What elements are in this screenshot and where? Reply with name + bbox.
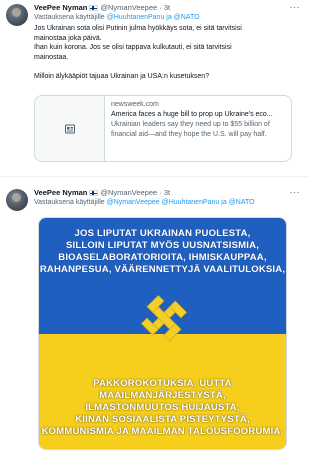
timestamp[interactable]: 3t <box>164 2 170 13</box>
card-body: newsweek.com America faces a huge bill t… <box>105 96 291 161</box>
more-dots-icon[interactable]: ··· <box>290 187 301 198</box>
card-title: America faces a huge bill to prop up Ukr… <box>111 111 273 118</box>
avatar[interactable] <box>6 189 28 211</box>
image-text-line: ILMASTONMUUTOS HUIJAUSTA, <box>85 402 240 413</box>
reply-prefix: Vastauksena käyttäjille <box>34 14 105 21</box>
card-description: Ukrainian leaders say they need up to $5… <box>111 121 270 138</box>
card-domain: newsweek.com <box>111 101 159 108</box>
image-text-line: KIINAN SOSIAALISTA PISTEYTYSTÄ, <box>75 414 250 425</box>
reply-prefix: Vastauksena käyttäjille <box>34 199 105 206</box>
image-text-line: SILLOIN LIPUTAT MYÖS UUSNATSISMIA, <box>65 240 260 251</box>
tweet[interactable]: VeePee Nyman @NymanVeepee · 3t ··· Vasta… <box>0 0 308 176</box>
reply-mentions[interactable]: @HuuhtanenPanu ja @NATO <box>107 14 200 21</box>
tweet-header: VeePee Nyman @NymanVeepee · 3t <box>34 2 300 13</box>
tweet-text: Jos Ukrainan sota olisi Putinin julma hy… <box>34 24 300 81</box>
reply-context: Vastauksena käyttäjille @HuuhtanenPanu j… <box>34 13 300 23</box>
author-name[interactable]: VeePee Nyman <box>34 2 87 13</box>
image-text-line: JOS LIPUTAT UKRAINAN PUOLESTA, <box>74 228 251 239</box>
finland-flag-icon <box>89 4 99 11</box>
more-dots-icon[interactable]: ··· <box>290 2 301 13</box>
hooked-cross-emblem <box>140 294 188 342</box>
tweet-body: VeePee Nyman @NymanVeepee · 3t ··· Vasta… <box>34 2 300 81</box>
tweet-text-line: Ihan kuin korona. Jos se olisi tappava k… <box>34 44 232 51</box>
tweet-body: VeePee Nyman @NymanVeepee · 3t ··· Vasta… <box>34 187 300 208</box>
timestamp[interactable]: 3t <box>164 187 170 198</box>
author-handle[interactable]: @NymanVeepee <box>100 2 157 13</box>
image-text-line: BIOASELABORATORIOITA, IHMISKAUPPAA, <box>58 252 267 263</box>
image-text-line: PAKKOROKOTUKSIA, UUTTA MAAILMANJÄRJESTYS… <box>93 378 232 401</box>
separator: · <box>159 3 162 12</box>
finland-flag-icon <box>89 189 99 196</box>
tweet-text-line: mainostaa. <box>34 53 69 61</box>
separator: · <box>159 188 162 197</box>
reply-mentions[interactable]: @NymanVeepee @HuuhtanenPanu ja @NATO <box>107 199 255 206</box>
tweet-image[interactable]: JOS LIPUTAT UKRAINAN PUOLESTA, SILLOIN L… <box>38 217 287 450</box>
image-top-text: JOS LIPUTAT UKRAINAN PUOLESTA, SILLOIN L… <box>39 228 286 276</box>
tweet-header: VeePee Nyman @NymanVeepee · 3t <box>34 187 300 198</box>
tweet-text-line: Jos Ukrainan sota olisi Putinin julma hy… <box>34 25 242 32</box>
card-thumbnail <box>35 96 105 161</box>
image-text-line: RAHANPESUA, VÄÄRENNETTYJÄ VAALITULOKSIA, <box>39 264 286 275</box>
tweet-text-line: Milloin älykääpiöt tajuaa Ukrainan ja US… <box>34 72 210 80</box>
image-text-line: KOMMUNISMIA JA MAAILMAN TALOUSFOORUMIA. <box>41 426 284 437</box>
tweet-text-line: mainostaa joka päivä. <box>34 34 102 42</box>
avatar[interactable] <box>6 4 28 26</box>
author-handle[interactable]: @NymanVeepee <box>100 187 157 198</box>
link-card[interactable]: newsweek.com America faces a huge bill t… <box>34 95 292 162</box>
reply-context: Vastauksena käyttäjille @NymanVeepee @Hu… <box>34 198 300 208</box>
article-icon <box>64 124 75 133</box>
tweet[interactable]: VeePee Nyman @NymanVeepee · 3t ··· Vasta… <box>0 176 308 462</box>
image-bottom-text: PAKKOROKOTUKSIA, UUTTA MAAILMANJÄRJESTYS… <box>39 378 286 438</box>
author-name[interactable]: VeePee Nyman <box>34 187 87 198</box>
